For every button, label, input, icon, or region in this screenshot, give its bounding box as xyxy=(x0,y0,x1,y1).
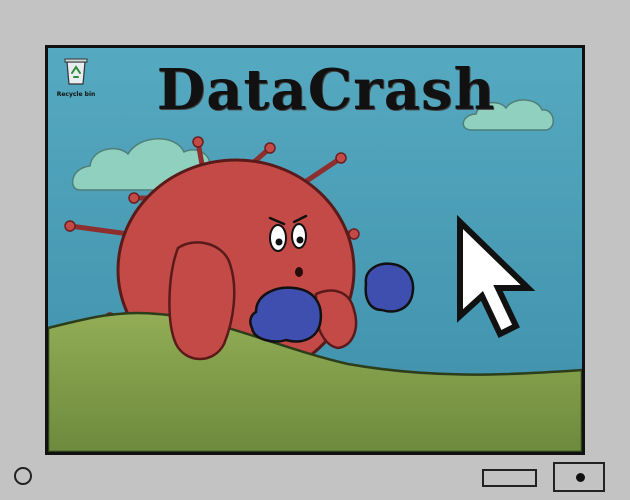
boxing-glove-right xyxy=(364,262,415,313)
disk-indicator-icon xyxy=(576,473,585,482)
recycle-bin-label: Recycle bin xyxy=(56,91,96,98)
drive-slot[interactable] xyxy=(482,469,537,487)
power-button[interactable] xyxy=(14,467,32,485)
recycle-bin-icon xyxy=(64,58,88,85)
recycle-bin[interactable]: Recycle bin xyxy=(52,54,100,98)
game-title: DataCrash xyxy=(156,57,496,123)
game-screen[interactable]: Recycle bin DataCrash xyxy=(45,45,585,455)
disk-button[interactable] xyxy=(553,462,605,492)
virus-arm-left xyxy=(168,241,236,361)
